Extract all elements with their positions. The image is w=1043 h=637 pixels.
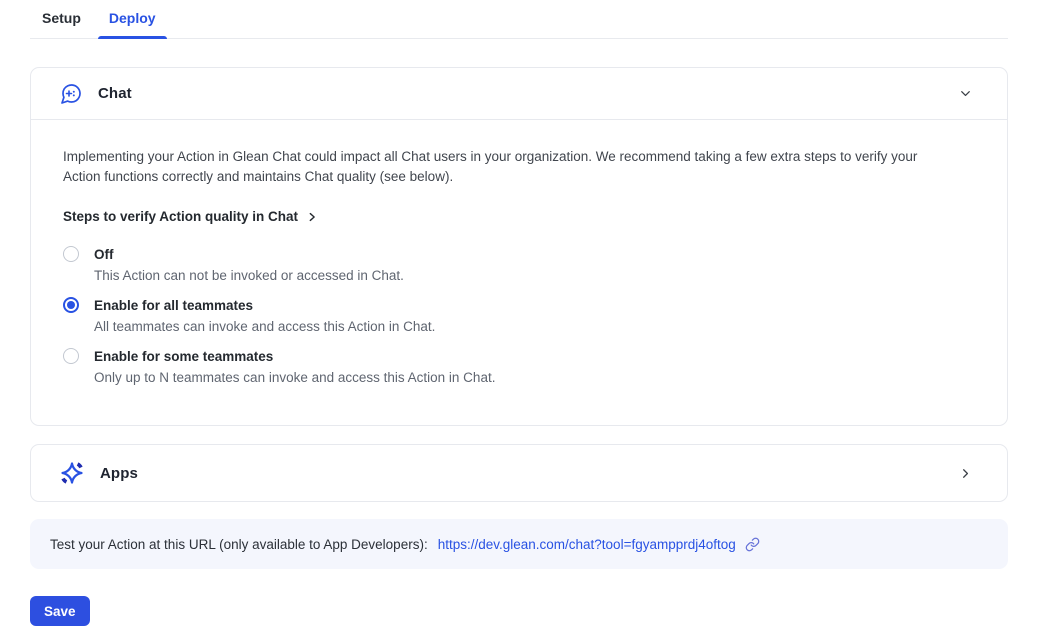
deploy-page: Setup Deploy Chat <box>0 0 1043 637</box>
test-url-banner: Test your Action at this URL (only avail… <box>30 519 1008 569</box>
tab-setup[interactable]: Setup <box>40 8 83 38</box>
chat-section-card: Chat Implementing your Action in Glean C… <box>30 67 1008 426</box>
radio-off[interactable] <box>63 246 79 262</box>
apps-expand-chevron-right-icon[interactable] <box>953 461 977 485</box>
chevron-right-icon <box>306 211 318 223</box>
chat-section-body: Implementing your Action in Glean Chat c… <box>31 120 1007 425</box>
radio-option-off: Off This Action can not be invoked or ac… <box>63 246 975 285</box>
chat-section-title: Chat <box>98 85 132 102</box>
radio-enable-some-label[interactable]: Enable for some teammates <box>94 349 273 364</box>
radio-off-description: This Action can not be invoked or access… <box>94 266 975 285</box>
test-url-link[interactable]: https://dev.glean.com/chat?tool=fgyamppr… <box>438 537 736 552</box>
apps-section-card: Apps <box>30 444 1008 502</box>
radio-enable-all[interactable] <box>63 297 79 313</box>
steps-link-label: Steps to verify Action quality in Chat <box>63 209 298 224</box>
chat-bubble-sparkle-icon <box>59 82 83 106</box>
chat-section-header[interactable]: Chat <box>31 68 1007 120</box>
apps-section-title: Apps <box>100 465 138 482</box>
radio-option-enable-all: Enable for all teammates All teammates c… <box>63 297 975 336</box>
radio-enable-some-description: Only up to N teammates can invoke and ac… <box>94 368 975 387</box>
steps-to-verify-link[interactable]: Steps to verify Action quality in Chat <box>63 209 318 224</box>
apps-section-header[interactable]: Apps <box>31 445 1007 501</box>
link-chain-icon[interactable] <box>745 537 760 552</box>
tab-deploy[interactable]: Deploy <box>107 8 158 38</box>
chat-description: Implementing your Action in Glean Chat c… <box>63 147 948 187</box>
main-content: Chat Implementing your Action in Glean C… <box>30 67 1008 626</box>
save-button[interactable]: Save <box>30 596 90 626</box>
radio-option-enable-some: Enable for some teammates Only up to N t… <box>63 348 975 387</box>
radio-off-label[interactable]: Off <box>94 247 114 262</box>
tab-bar: Setup Deploy <box>30 0 1008 39</box>
radio-enable-some[interactable] <box>63 348 79 364</box>
chat-collapse-chevron-down-icon[interactable] <box>953 82 977 106</box>
radio-enable-all-description: All teammates can invoke and access this… <box>94 317 975 336</box>
radio-enable-all-label[interactable]: Enable for all teammates <box>94 298 253 313</box>
test-url-label: Test your Action at this URL (only avail… <box>50 537 428 552</box>
apps-sparkle-star-icon <box>59 460 85 486</box>
chat-access-radio-group: Off This Action can not be invoked or ac… <box>63 246 975 387</box>
